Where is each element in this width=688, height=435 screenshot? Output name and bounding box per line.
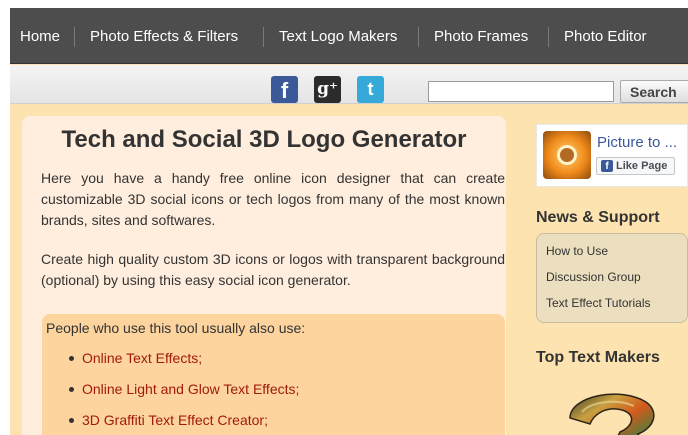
related-tool-link[interactable]: Online Light and Glow Text Effects;: [82, 381, 299, 397]
nav-photo-frames[interactable]: Photo Frames: [434, 8, 528, 64]
related-tools-heading: People who use this tool usually also us…: [46, 320, 306, 336]
nav-home[interactable]: Home: [20, 8, 60, 64]
twitter-icon[interactable]: t: [357, 76, 384, 103]
main-nav: Home Photo Effects & Filters Text Logo M…: [10, 8, 688, 64]
like-page-label: Like Page: [616, 160, 668, 172]
list-item: Online Text Effects;: [42, 350, 505, 381]
search-button[interactable]: Search: [620, 80, 688, 103]
top-text-makers-heading: Top Text Makers: [536, 349, 660, 366]
description-paragraph: Create high quality custom 3D icons or l…: [41, 251, 505, 288]
facebook-page-widget[interactable]: Picture to ... f Like Page: [536, 124, 688, 187]
related-tools-box: People who use this tool usually also us…: [42, 314, 505, 435]
related-tool-link[interactable]: Online Text Effects;: [82, 350, 202, 366]
page-logo-icon: [543, 131, 591, 179]
text-effect-preview-image[interactable]: [550, 388, 666, 435]
nav-photo-effects[interactable]: Photo Effects & Filters: [90, 8, 238, 64]
page: Home Photo Effects & Filters Text Logo M…: [10, 8, 688, 435]
main-content: Tech and Social 3D Logo Generator Here y…: [22, 116, 506, 435]
nav-divider: [418, 27, 419, 47]
google-plus-icon[interactable]: g⁺: [314, 76, 341, 103]
nav-divider: [263, 27, 264, 47]
news-link-how-to-use[interactable]: How to Use: [546, 244, 608, 258]
list-item: 3D Graffiti Text Effect Creator;: [42, 412, 505, 435]
social-search-bar: f g⁺ t Search: [10, 65, 688, 104]
nav-divider: [74, 27, 75, 47]
like-page-button[interactable]: f Like Page: [596, 157, 675, 175]
related-tool-link[interactable]: 3D Graffiti Text Effect Creator;: [82, 412, 268, 428]
facebook-icon[interactable]: f: [271, 76, 298, 103]
search-input[interactable]: [428, 81, 614, 102]
intro-paragraph: Here you have a handy free online icon d…: [41, 170, 505, 228]
nav-photo-editor[interactable]: Photo Editor: [564, 8, 647, 64]
facebook-icon: f: [601, 160, 613, 172]
nav-text-logo-makers[interactable]: Text Logo Makers: [279, 8, 397, 64]
facebook-page-name[interactable]: Picture to ...: [597, 134, 677, 151]
related-tools-list: Online Text Effects; Online Light and Gl…: [42, 350, 505, 435]
news-link-tutorials[interactable]: Text Effect Tutorials: [546, 296, 651, 310]
news-link-discussion-group[interactable]: Discussion Group: [546, 270, 641, 284]
nav-divider: [548, 27, 549, 47]
page-title: Tech and Social 3D Logo Generator: [61, 126, 467, 153]
list-item: Online Light and Glow Text Effects;: [42, 381, 505, 412]
news-support-heading: News & Support: [536, 209, 660, 226]
news-support-box: How to Use Discussion Group Text Effect …: [536, 233, 688, 323]
